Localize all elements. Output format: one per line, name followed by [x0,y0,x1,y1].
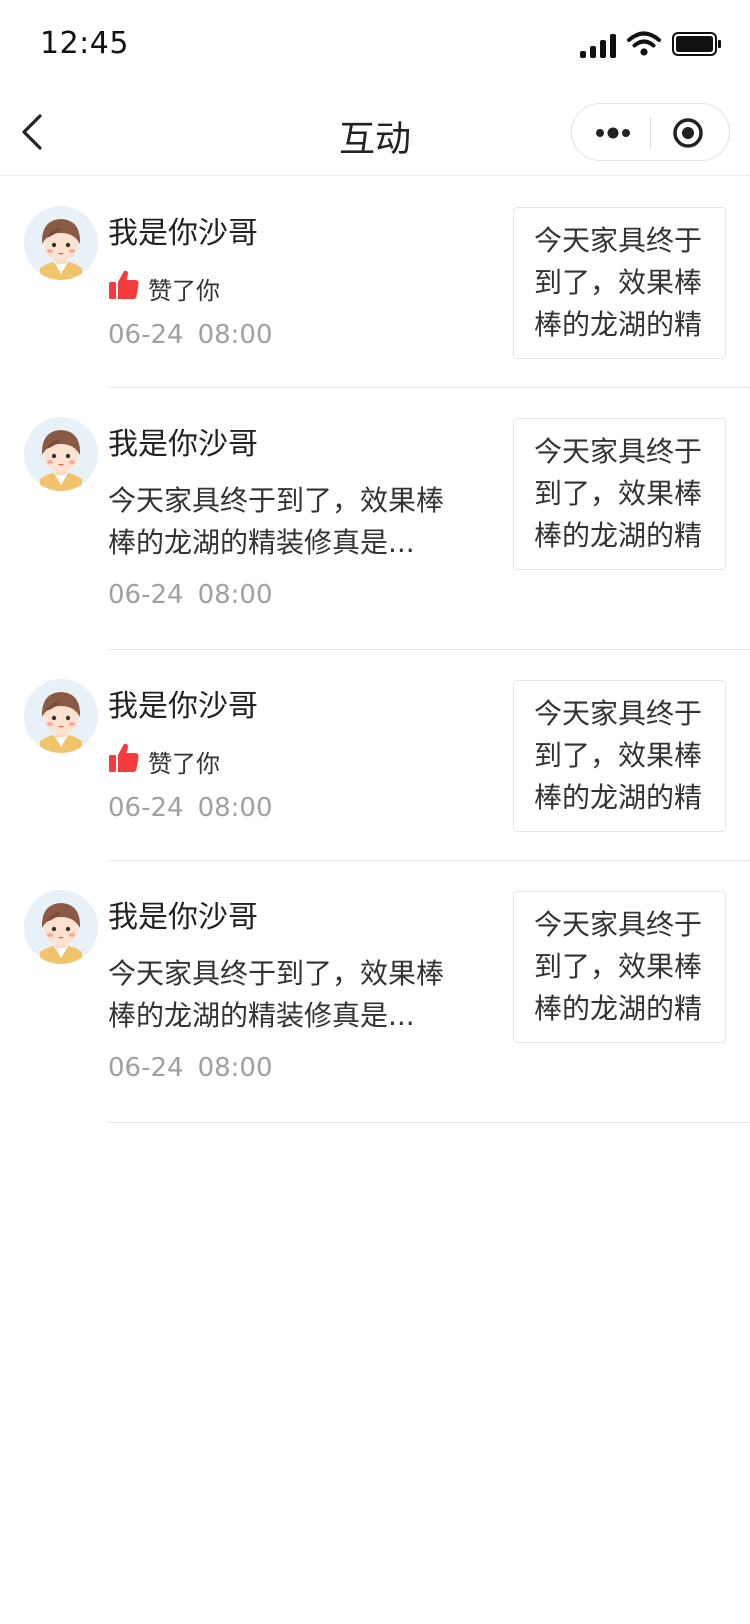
date-text: 06-24 [108,580,184,610]
thumbs-up-icon [108,269,140,301]
timestamp: 06-24 08:00 [108,580,273,610]
user-name[interactable]: 我是你沙哥 [108,419,258,463]
comment-notification-item[interactable]: 我是你沙哥今天家具终于到了，效果棒棒的龙湖的精装修真是... 06-24 08:00… [0,388,750,650]
battery-icon [672,32,721,56]
wifi-icon [627,31,661,56]
status-bar: 12:45 [0,0,750,88]
status-time: 12:45 [40,26,129,61]
time-text: 08:00 [197,793,273,823]
post-excerpt: 今天家具终于到了，效果棒棒的龙湖的精 [534,435,703,552]
mini-program-capsule [571,103,730,161]
capsule-divider [650,117,651,149]
time-text: 08:00 [197,1053,273,1083]
timestamp: 06-24 08:00 [108,1053,273,1083]
date-text: 06-24 [108,320,184,350]
signal-icon [580,32,616,58]
like-action-text: 赞了你 [148,750,220,778]
post-excerpt: 今天家具终于到了，效果棒棒的龙湖的精 [534,697,703,814]
comment-text: 今天家具终于到了，效果棒棒的龙湖的精装修真是... [108,957,445,1032]
like-notification-item[interactable]: 我是你沙哥 赞了你 06-24 08:00 今天家具终于到了，效果棒棒的龙湖的精 [0,650,750,861]
time-text: 08:00 [197,580,273,610]
post-preview-card[interactable]: 今天家具终于到了，效果棒棒的龙湖的精 [513,891,726,1043]
like-action-text: 赞了你 [148,277,220,305]
post-excerpt: 今天家具终于到了，效果棒棒的龙湖的精 [534,224,703,341]
date-text: 06-24 [108,1053,184,1083]
divider [108,1122,750,1123]
nav-bar: 互动 [0,88,750,176]
like-notification-item[interactable]: 我是你沙哥 赞了你 06-24 08:00 今天家具终于到了，效果棒棒的龙湖的精 [0,177,750,388]
interaction-list: 我是你沙哥 赞了你 06-24 08:00 今天家具终于到了，效果棒棒的龙湖的精 我是… [0,177,750,1123]
post-preview-card[interactable]: 今天家具终于到了，效果棒棒的龙湖的精 [513,418,726,570]
user-name[interactable]: 我是你沙哥 [108,681,258,725]
timestamp: 06-24 08:00 [108,793,273,823]
user-name[interactable]: 我是你沙哥 [108,208,258,252]
date-text: 06-24 [108,793,184,823]
comment-notification-item[interactable]: 我是你沙哥今天家具终于到了，效果棒棒的龙湖的精装修真是... 06-24 08:00… [0,861,750,1123]
timestamp: 06-24 08:00 [108,320,273,350]
close-target-icon[interactable] [672,117,704,149]
post-excerpt: 今天家具终于到了，效果棒棒的龙湖的精 [534,908,703,1025]
time-text: 08:00 [197,320,273,350]
avatar[interactable] [24,417,98,491]
post-preview-card[interactable]: 今天家具终于到了，效果棒棒的龙湖的精 [513,680,726,832]
more-icon[interactable] [594,118,632,148]
avatar[interactable] [24,890,98,964]
comment-text: 今天家具终于到了，效果棒棒的龙湖的精装修真是... [108,484,445,559]
user-name[interactable]: 我是你沙哥 [108,892,258,936]
avatar[interactable] [24,206,98,280]
avatar[interactable] [24,679,98,753]
thumbs-up-icon [108,742,140,774]
post-preview-card[interactable]: 今天家具终于到了，效果棒棒的龙湖的精 [513,207,726,359]
